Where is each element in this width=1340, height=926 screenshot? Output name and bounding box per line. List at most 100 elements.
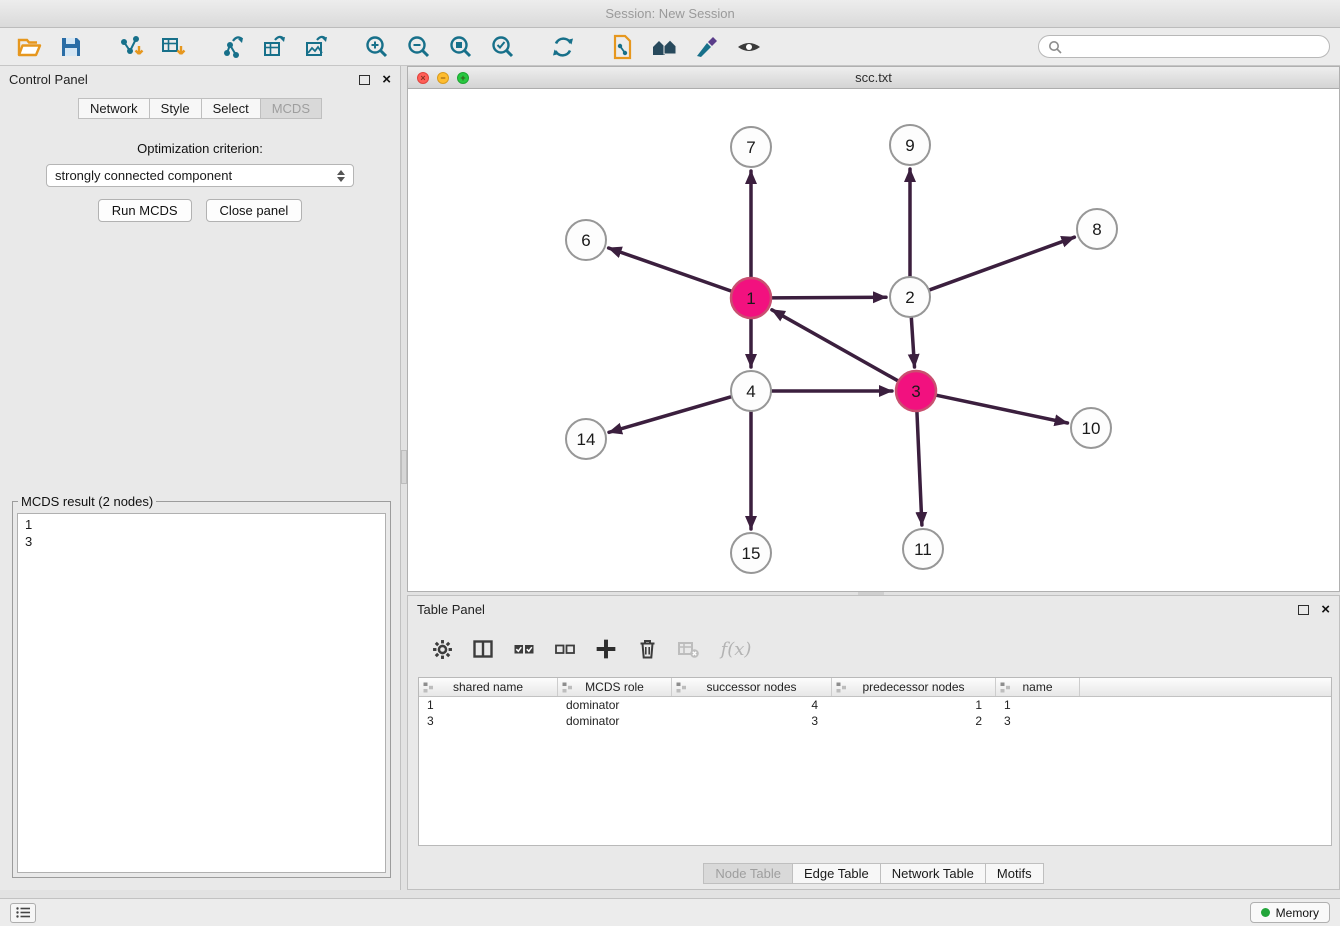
- open-folder-icon: [16, 34, 42, 60]
- float-panel-icon[interactable]: [359, 75, 370, 85]
- save-icon: [59, 35, 83, 59]
- graph-node-label: 7: [746, 138, 755, 157]
- close-mcds-panel-button[interactable]: Close panel: [206, 199, 303, 222]
- table-panel-title: Table Panel: [417, 602, 485, 617]
- search-icon: [1048, 40, 1062, 54]
- home-icons: [651, 35, 679, 59]
- zoom-fit-button[interactable]: [446, 32, 476, 62]
- plus-icon: [595, 638, 617, 660]
- graph-edge-1-2[interactable]: [771, 297, 886, 298]
- show-columns-button[interactable]: [471, 637, 495, 661]
- deselect-all-icon: [554, 640, 576, 658]
- titlebar: Session: New Session: [0, 0, 1340, 28]
- tab-network[interactable]: Network: [78, 98, 150, 119]
- node-table: shared nameMCDS rolesuccessor nodesprede…: [418, 677, 1332, 846]
- import-table-button[interactable]: [158, 32, 188, 62]
- graph-edge-1-6[interactable]: [609, 248, 733, 291]
- close-table-panel-icon[interactable]: ×: [1321, 602, 1330, 617]
- table-cell: 1: [832, 697, 996, 713]
- zoom-selected-icon: [490, 34, 516, 60]
- save-session-button[interactable]: [56, 32, 86, 62]
- node-table-body: 1dominator4113dominator323: [419, 697, 1331, 729]
- export-image-icon: [304, 34, 330, 60]
- column-sort-icon: [423, 682, 434, 693]
- zoom-out-icon: [406, 34, 432, 60]
- graph-node-label: 2: [905, 288, 914, 307]
- table-row[interactable]: 3dominator323: [419, 713, 1331, 729]
- graph-node-label: 4: [746, 382, 755, 401]
- column-header-predecessor-nodes[interactable]: predecessor nodes: [832, 678, 996, 696]
- select-all-rows-button[interactable]: [512, 637, 536, 661]
- optimization-select[interactable]: strongly connected component: [46, 164, 354, 187]
- deselect-all-rows-button[interactable]: [553, 637, 577, 661]
- maximize-window-icon[interactable]: +: [457, 72, 469, 84]
- tab-style[interactable]: Style: [149, 98, 202, 119]
- run-mcds-button[interactable]: Run MCDS: [98, 199, 192, 222]
- zoom-in-icon: [364, 34, 390, 60]
- export-table-button[interactable]: [260, 32, 290, 62]
- node-table-header: shared nameMCDS rolesuccessor nodesprede…: [419, 678, 1331, 697]
- import-network-button[interactable]: [116, 32, 146, 62]
- table-cell: 3: [996, 713, 1080, 729]
- delete-column-button[interactable]: [635, 637, 659, 661]
- optimization-value: strongly connected component: [55, 168, 232, 183]
- create-column-button[interactable]: [594, 637, 618, 661]
- column-sort-icon: [836, 682, 847, 693]
- network-canvas[interactable]: 7968124310141511: [408, 89, 1339, 591]
- refresh-layout-button[interactable]: [548, 32, 578, 62]
- graph-edge-2-3[interactable]: [911, 317, 914, 367]
- status-bar: Memory: [0, 898, 1340, 926]
- close-window-icon[interactable]: ×: [417, 72, 429, 84]
- network-view-window: × − + scc.txt 7968124310141511: [407, 66, 1340, 592]
- import-network-icon: [118, 34, 144, 60]
- search-input[interactable]: [1068, 39, 1320, 54]
- open-recent-button[interactable]: [650, 32, 680, 62]
- graph-edge-3-10[interactable]: [936, 395, 1068, 423]
- delete-table-button[interactable]: [676, 637, 700, 661]
- command-panel-button[interactable]: [10, 903, 36, 923]
- zoom-out-button[interactable]: [404, 32, 434, 62]
- table-settings-button[interactable]: [430, 637, 454, 661]
- open-session-button[interactable]: [14, 32, 44, 62]
- tab-select[interactable]: Select: [201, 98, 261, 119]
- column-header-name[interactable]: name: [996, 678, 1080, 696]
- close-panel-icon[interactable]: ×: [382, 72, 391, 87]
- network-window-titlebar[interactable]: × − + scc.txt: [408, 67, 1339, 89]
- window-controls: × − +: [417, 72, 469, 84]
- show-hide-button[interactable]: [734, 32, 764, 62]
- style-wizard-button[interactable]: [692, 32, 722, 62]
- import-table-icon: [160, 34, 186, 60]
- graph-edge-4-14[interactable]: [609, 397, 732, 433]
- column-header-shared-name[interactable]: shared name: [419, 678, 558, 696]
- tab-motifs[interactable]: Motifs: [985, 863, 1044, 884]
- zoom-selected-button[interactable]: [488, 32, 518, 62]
- graph-node-label: 14: [577, 430, 596, 449]
- combo-arrows-icon: [337, 170, 345, 182]
- export-network-button[interactable]: [218, 32, 248, 62]
- graph-edge-2-8[interactable]: [929, 237, 1075, 290]
- tab-mcds[interactable]: MCDS: [260, 98, 322, 119]
- table-row[interactable]: 1dominator411: [419, 697, 1331, 713]
- tab-node-table[interactable]: Node Table: [703, 863, 793, 884]
- splitter-handle-vertical[interactable]: [401, 450, 407, 484]
- first-neighbors-button[interactable]: [608, 32, 638, 62]
- mcds-result-list[interactable]: 13: [17, 513, 386, 873]
- memory-button[interactable]: Memory: [1250, 902, 1330, 923]
- tab-network-table[interactable]: Network Table: [880, 863, 986, 884]
- column-header-successor-nodes[interactable]: successor nodes: [672, 678, 832, 696]
- table-cell: 4: [672, 697, 832, 713]
- graph-edge-3-11[interactable]: [917, 411, 922, 525]
- table-panel-header: Table Panel ×: [408, 596, 1339, 623]
- column-header-mcds-role[interactable]: MCDS role: [558, 678, 672, 696]
- export-network-icon: [220, 34, 246, 60]
- zoom-in-button[interactable]: [362, 32, 392, 62]
- graph-edge-3-1[interactable]: [772, 310, 899, 381]
- tab-edge-table[interactable]: Edge Table: [792, 863, 881, 884]
- fx-icon: f(x): [721, 639, 752, 660]
- table-cell: 1: [419, 697, 558, 713]
- minimize-window-icon[interactable]: −: [437, 72, 449, 84]
- search-box[interactable]: [1038, 35, 1330, 58]
- export-image-button[interactable]: [302, 32, 332, 62]
- float-table-panel-icon[interactable]: [1298, 605, 1309, 615]
- function-builder-button[interactable]: f(x): [717, 637, 755, 661]
